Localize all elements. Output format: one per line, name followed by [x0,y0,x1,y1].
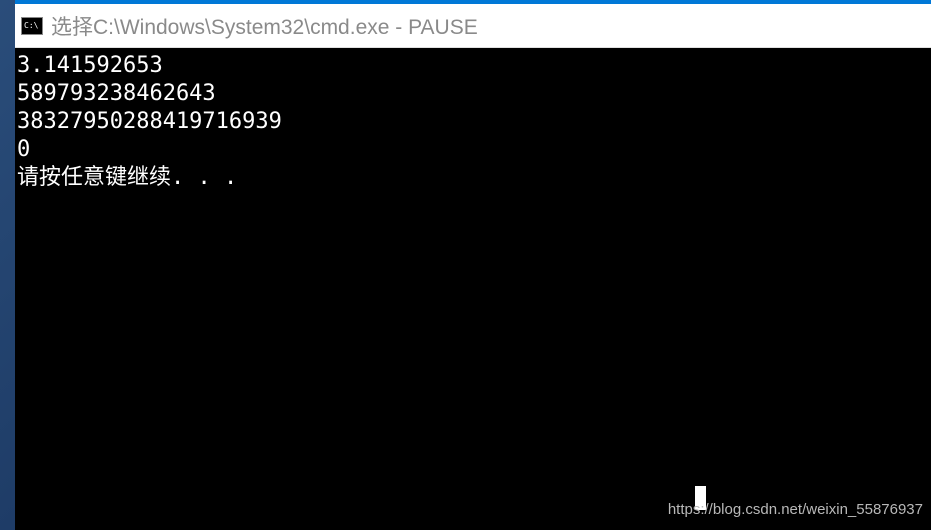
cmd-window: C:\ 选择C:\Windows\System32\cmd.exe - PAUS… [15,4,931,530]
console-line: 589793238462643 [17,80,929,108]
console-line: 38327950288419716939 [17,108,929,136]
watermark: https://blog.csdn.net/weixin_55876937 [668,496,923,524]
cmd-icon-label: C:\ [24,22,38,30]
console-line: 请按任意键继续. . . [17,164,929,192]
titlebar[interactable]: C:\ 选择C:\Windows\System32\cmd.exe - PAUS… [15,4,931,48]
console-line: 0 [17,136,929,164]
cmd-icon: C:\ [21,17,43,35]
console-line: 3.141592653 [17,52,929,80]
console-area[interactable]: 3.141592653 589793238462643 383279502884… [15,48,931,530]
window-title: 选择C:\Windows\System32\cmd.exe - PAUSE [51,11,478,41]
